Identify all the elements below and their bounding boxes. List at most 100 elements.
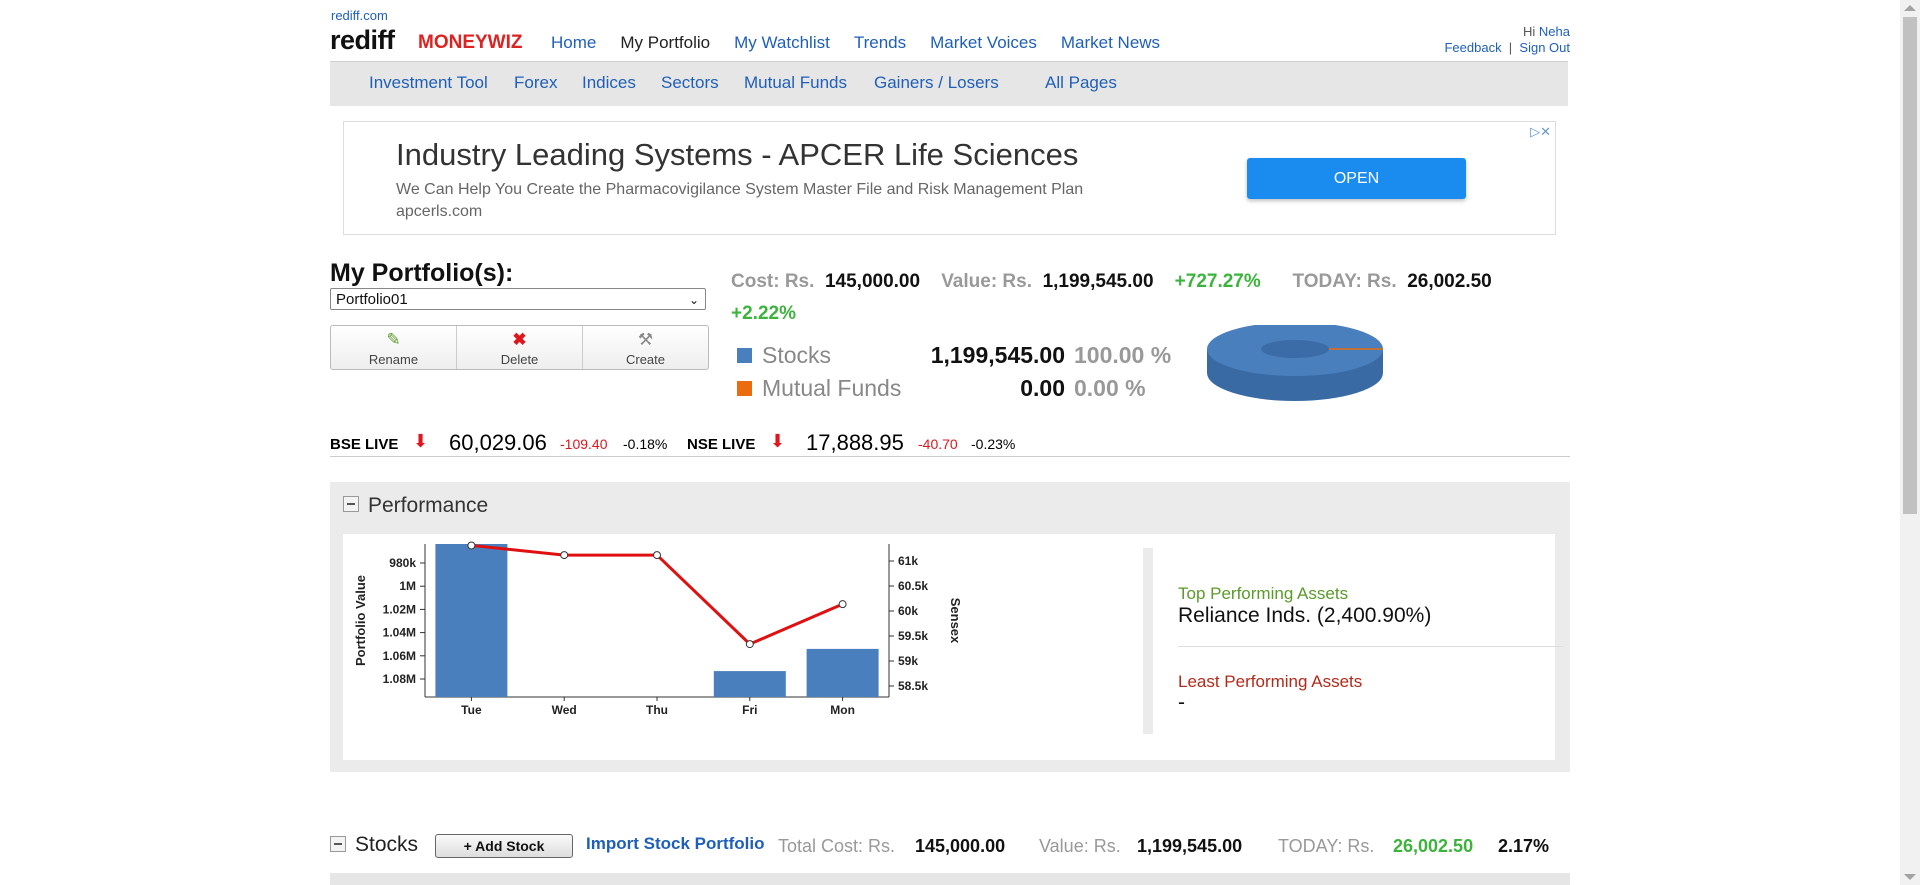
create-label: Create [625,352,666,367]
portfolio-select[interactable]: Portfolio01 ⌄ [330,288,706,310]
stocks-table-header [330,873,1570,885]
stocks-value-label: Value: Rs. [1039,836,1121,856]
y-tick-label: 980k [389,556,416,570]
allocation-pie-chart [1207,325,1383,401]
sensex-point-wed [560,551,569,560]
least-performing-label: Least Performing Assets [1178,672,1363,691]
y-tick-label: 1.08M [383,672,416,686]
ad-choices-icon[interactable]: ▷✕ [1515,124,1551,141]
rediff-logo[interactable]: rediff [330,25,395,56]
scroll-down-arrow-icon[interactable] [1904,874,1916,880]
portfolio-summary: Cost: Rs. 145,000.00 Value: Rs. 1,199,54… [731,266,1551,330]
sensex-point-tue [467,541,476,550]
nav-trends[interactable]: Trends [854,33,906,52]
bse-down-arrow-icon: ⬇ [413,431,429,451]
performance-assets: Top Performing Assets Reliance Inds. (2,… [1143,548,1563,734]
divider [1178,646,1563,647]
total-cost-value: 145,000.00 [915,836,1006,856]
sensex-point-mon [838,600,847,609]
x-tick-label: Mon [830,703,855,717]
nav-my-portfolio[interactable]: My Portfolio [620,33,710,52]
nav-market-voices[interactable]: Market Voices [930,33,1037,52]
bar-fri [713,671,786,697]
ad-url[interactable]: apcerls.com [396,203,482,221]
pie-hole [1261,340,1329,358]
y2-axis-title: Sensex [948,598,963,644]
performance-content: 980k 1M 1.02M 1.04M 1.06M 1.08M 61k 60.5k 60k 59.… [343,534,1563,760]
nav-market-news[interactable]: Market News [1061,33,1160,52]
tools-icon: ⚒ [637,330,654,349]
nav-my-watchlist[interactable]: My Watchlist [734,33,830,52]
y2-tick-label: 61k [898,554,918,568]
stocks-today-label: TODAY: Rs. [1278,836,1375,856]
bse-change: -109.40 [560,436,608,452]
nse-value: 17,888.95 [806,430,904,455]
bse-label: BSE LIVE [330,436,399,453]
y2-tick-label: 59k [898,654,918,668]
allocation-pct: 0.00 % [1074,375,1146,401]
stocks-today-value: 26,002.50 [1393,836,1474,856]
allocation-value: 1,199,545.00 [930,342,1065,368]
rename-label: Rename [368,352,419,367]
portfolio-actions: ✎ Rename ✖ Delete ⚒ Create [330,325,709,370]
nse-pct: -0.23% [971,436,1016,452]
ad-banner[interactable]: Industry Leading Systems - APCER Life Sc… [343,121,1556,235]
top-nav: Home My Portfolio My Watchlist Trends Market… [551,33,1184,53]
subnav-gainers-losers[interactable]: Gainers / Losers [874,73,999,93]
ad-description: We Can Help You Create the Pharmacovigil… [396,181,1084,198]
moneywiz-logo[interactable]: MONEYWIZ [418,32,523,54]
sensex-point-fri [745,640,754,649]
add-stock-button[interactable]: + Add Stock [435,834,573,858]
scrollbar-thumb[interactable] [1903,17,1917,514]
scroll-up-arrow-icon[interactable] [1904,5,1916,11]
top-performing-label: Top Performing Assets [1178,584,1349,603]
subnav-sectors[interactable]: Sectors [661,73,719,93]
y2-tick-label: 60k [898,604,918,618]
site-domain-link[interactable]: rediff.com [331,8,388,23]
subnav-mutual-funds[interactable]: Mutual Funds [744,73,847,93]
sensex-point-thu [653,551,661,560]
y-tick-label: 1.04M [383,626,416,640]
subnav-forex[interactable]: Forex [514,73,557,93]
bar-mon [806,648,879,697]
performance-chart: 980k 1M 1.02M 1.04M 1.06M 1.08M 61k 60.5k 60k 59.… [353,541,963,717]
greeting: Hi [1523,24,1536,39]
sign-out-link[interactable]: Sign Out [1519,40,1570,55]
performance-panel: Performance 980k 1M 1.02M 1.04M 1.06M 1.08M 61… [330,482,1570,772]
ad-open-button[interactable]: OPEN [1247,158,1466,199]
delete-label: Delete [500,352,539,367]
sub-nav: Investment Tool Forex Indices Sectors Mu… [330,61,1568,106]
ad-title[interactable]: Industry Leading Systems - APCER Life Sc… [396,137,1078,173]
sensex-line [471,543,844,646]
subnav-investment-tool[interactable]: Investment Tool [369,73,488,93]
user-box: Hi Neha Feedback | Sign Out [1444,24,1570,55]
x-tick-label: Tue [461,703,482,717]
subnav-indices[interactable]: Indices [582,73,636,93]
allocation-value: 0.00 [1020,375,1065,401]
feedback-link[interactable]: Feedback [1444,40,1501,55]
import-stock-portfolio-link[interactable]: Import Stock Portfolio [586,834,765,854]
create-button[interactable]: ⚒ Create [583,326,708,369]
user-name-link[interactable]: Neha [1539,24,1570,39]
page-scrollbar[interactable] [1900,0,1920,885]
stocks-title: Stocks [355,833,419,856]
collapse-performance-icon[interactable] [343,496,359,512]
performance-title: Performance [368,494,489,517]
stocks-value: 1,199,545.00 [1137,836,1243,856]
subnav-all-pages[interactable]: All Pages [1045,73,1117,93]
today-label: TODAY: Rs. [1292,271,1397,292]
y-tick-label: 1.02M [383,602,416,616]
nav-home[interactable]: Home [551,33,596,52]
top-performing-value: Reliance Inds. (2,400.90%) [1178,604,1432,627]
today-pct: +2.22% [731,303,796,324]
y-tick-label: 1.06M [383,649,416,663]
y-tick-label: 1M [399,579,416,593]
cost-value: 145,000.00 [824,271,921,292]
rename-button[interactable]: ✎ Rename [331,326,457,369]
bar-tue [435,544,508,697]
chevron-down-icon: ⌄ [688,293,699,307]
delete-button[interactable]: ✖ Delete [457,326,583,369]
y2-tick-label: 59.5k [898,629,928,643]
collapse-stocks-icon[interactable] [330,836,346,852]
gain-pct: +727.27% [1174,271,1261,292]
